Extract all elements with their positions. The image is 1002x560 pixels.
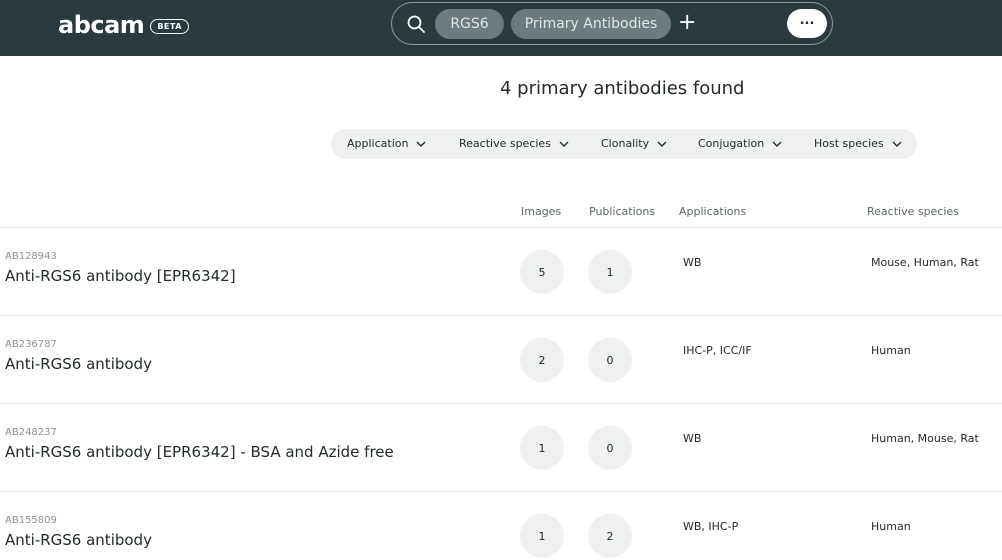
publications-count[interactable]: 1 xyxy=(588,250,632,294)
chevron-down-icon xyxy=(416,141,426,147)
product-code: AB128943 xyxy=(5,251,57,262)
applications-value: WB, IHC-P xyxy=(683,520,739,533)
chevron-down-icon xyxy=(772,141,782,147)
search-icon[interactable] xyxy=(406,14,426,34)
reactive-species-value: Human xyxy=(871,344,911,357)
filter-application[interactable]: Application xyxy=(347,137,426,150)
table-row[interactable]: AB128943 Anti-RGS6 antibody [EPR6342] 5 … xyxy=(0,228,1002,316)
column-header-reactive-species: Reactive species xyxy=(867,205,959,218)
images-count[interactable]: 2 xyxy=(520,338,564,382)
table-row[interactable]: AB155809 Anti-RGS6 antibody 1 2 WB, IHC-… xyxy=(0,492,1002,560)
filter-label: Conjugation xyxy=(698,137,765,150)
beta-badge: BETA xyxy=(150,19,189,34)
filter-label: Host species xyxy=(814,137,884,150)
results-count-heading: 4 primary antibodies found xyxy=(500,78,745,99)
product-code: AB248237 xyxy=(5,427,57,438)
search-chip-rgs6[interactable]: RGS6 xyxy=(435,9,504,39)
chevron-down-icon xyxy=(559,141,569,147)
filter-conjugation[interactable]: Conjugation xyxy=(698,137,782,150)
filter-reactive-species[interactable]: Reactive species xyxy=(459,137,569,150)
plus-icon[interactable]: + xyxy=(678,12,696,34)
product-name-link[interactable]: Anti-RGS6 antibody xyxy=(5,531,152,549)
publications-count[interactable]: 0 xyxy=(588,338,632,382)
product-code: AB155809 xyxy=(5,515,57,526)
applications-value: WB xyxy=(683,432,702,445)
applications-value: IHC-P, ICC/IF xyxy=(683,344,752,357)
search-bar[interactable]: RGS6 Primary Antibodies + ... xyxy=(391,2,833,45)
abcam-logo[interactable]: abcam BETA xyxy=(58,11,189,39)
more-options-button[interactable]: ... xyxy=(787,9,827,38)
product-name-link[interactable]: Anti-RGS6 antibody [EPR6342] - BSA and A… xyxy=(5,443,394,461)
reactive-species-value: Human, Mouse, Rat xyxy=(871,432,979,445)
column-header-applications: Applications xyxy=(679,205,747,218)
filter-label: Clonality xyxy=(601,137,650,150)
publications-count[interactable]: 0 xyxy=(588,426,632,470)
reactive-species-value: Mouse, Human, Rat xyxy=(871,256,979,269)
chevron-down-icon xyxy=(657,141,667,147)
filter-host-species[interactable]: Host species xyxy=(814,137,902,150)
logo-text: abcam xyxy=(58,11,145,39)
product-name-link[interactable]: Anti-RGS6 antibody xyxy=(5,355,152,373)
column-header-publications: Publications xyxy=(589,205,656,218)
product-name-link[interactable]: Anti-RGS6 antibody [EPR6342] xyxy=(5,267,236,285)
column-header-images: Images xyxy=(521,205,562,218)
publications-count[interactable]: 2 xyxy=(588,514,632,558)
filter-clonality[interactable]: Clonality xyxy=(601,137,667,150)
images-count[interactable]: 1 xyxy=(520,514,564,558)
search-chip-primary-antibodies[interactable]: Primary Antibodies xyxy=(511,9,671,39)
images-count[interactable]: 5 xyxy=(520,250,564,294)
filter-label: Application xyxy=(347,137,409,150)
filter-bar: Application Reactive species Clonality C… xyxy=(331,129,917,159)
chevron-down-icon xyxy=(892,141,902,147)
applications-value: WB xyxy=(683,256,702,269)
table-row[interactable]: AB248237 Anti-RGS6 antibody [EPR6342] - … xyxy=(0,404,1002,492)
product-code: AB236787 xyxy=(5,339,57,350)
table-row[interactable]: AB236787 Anti-RGS6 antibody 2 0 IHC-P, I… xyxy=(0,316,1002,404)
filter-label: Reactive species xyxy=(459,137,551,150)
reactive-species-value: Human xyxy=(871,520,911,533)
images-count[interactable]: 1 xyxy=(520,426,564,470)
top-header: abcam BETA RGS6 Primary Antibodies + ... xyxy=(0,0,1002,56)
